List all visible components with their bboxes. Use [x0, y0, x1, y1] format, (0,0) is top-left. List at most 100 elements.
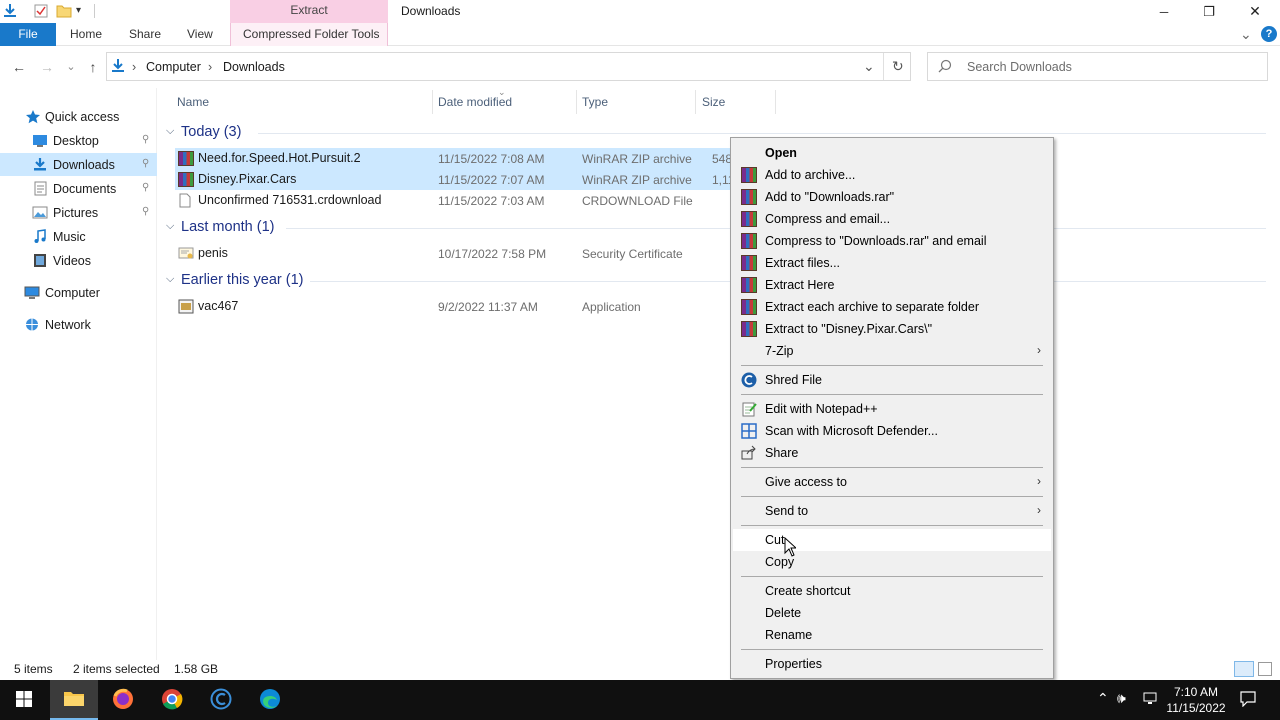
breadcrumb-downloads[interactable]: Downloads	[223, 60, 285, 74]
file-row[interactable]: Unconfirmed 716531.crdownload 11/15/2022…	[175, 190, 750, 211]
tab-view[interactable]: View	[187, 23, 213, 46]
ribbon-expand-icon[interactable]: ⌄	[1240, 23, 1252, 46]
menu-item-properties[interactable]: Properties	[733, 653, 1051, 675]
taskbar-firefox[interactable]	[99, 680, 147, 720]
menu-item-label: Add to archive...	[765, 168, 856, 182]
notifications-icon[interactable]	[1240, 691, 1256, 710]
help-icon[interactable]: ?	[1261, 26, 1277, 42]
taskbar-chrome[interactable]	[148, 680, 196, 720]
edge-icon	[259, 688, 281, 713]
file-row[interactable]: Need.for.Speed.Hot.Pursuit.2 11/15/2022 …	[175, 148, 750, 169]
group-header-today[interactable]: ⌵ Today (3)	[158, 122, 1268, 144]
column-header-name[interactable]: Name	[177, 95, 209, 109]
forward-button[interactable]: →	[37, 58, 57, 76]
nav-item-desktop[interactable]: Desktop ⚲	[0, 129, 157, 152]
menu-item-edit-with-notepadpp[interactable]: Edit with Notepad++	[733, 398, 1051, 420]
nav-item-videos[interactable]: Videos	[0, 249, 157, 272]
menu-item-scan-with-defender[interactable]: Scan with Microsoft Defender...	[733, 420, 1051, 442]
menu-item-give-access-to[interactable]: Give access to ›	[733, 471, 1051, 493]
group-title: Earlier this year (1)	[181, 272, 304, 288]
menu-item-add-to-downloads-rar[interactable]: Add to "Downloads.rar"	[733, 186, 1051, 208]
shred-icon	[741, 372, 757, 388]
nav-item-quick-access[interactable]: Quick access	[0, 105, 157, 128]
breadcrumb-separator[interactable]: ›	[208, 60, 212, 74]
file-row[interactable]: vac467 9/2/2022 11:37 AM Application	[175, 296, 750, 317]
breadcrumb-computer[interactable]: Computer	[146, 60, 201, 74]
properties-icon[interactable]	[33, 3, 49, 19]
menu-item-rename[interactable]: Rename	[733, 624, 1051, 646]
refresh-icon[interactable]: ↻	[892, 58, 904, 75]
up-button[interactable]: ↑	[83, 58, 103, 76]
nav-item-music[interactable]: Music	[0, 225, 157, 248]
minimize-button[interactable]: ─	[1141, 0, 1187, 23]
status-item-count: 5 items	[14, 662, 53, 676]
menu-item-label: Compress and email...	[765, 212, 891, 226]
start-button[interactable]	[0, 680, 48, 720]
menu-item-7zip[interactable]: 7-Zip ›	[733, 340, 1051, 362]
menu-item-add-to-archive[interactable]: Add to archive...	[733, 164, 1051, 186]
taskbar: ⌃ 🕪 7:10 AM 11/15/2022	[0, 680, 1280, 720]
address-dropdown-icon[interactable]: ⌄	[863, 58, 875, 75]
column-divider[interactable]	[695, 90, 696, 114]
new-folder-icon[interactable]	[56, 3, 72, 19]
file-row[interactable]: penis 10/17/2022 7:58 PM Security Certif…	[175, 243, 750, 264]
address-bar[interactable]: › Computer › Downloads ⌄ ↻	[106, 52, 911, 81]
menu-item-extract-to-folder[interactable]: Extract to "Disney.Pixar.Cars\"	[733, 318, 1051, 340]
menu-item-compress-to-rar-and-email[interactable]: Compress to "Downloads.rar" and email	[733, 230, 1051, 252]
customize-toolbar-icon[interactable]: ▾	[76, 5, 92, 21]
nav-item-label: Desktop	[53, 134, 99, 148]
menu-item-cut[interactable]: Cut	[733, 529, 1051, 551]
group-header-earlier-this-year[interactable]: ⌵ Earlier this year (1)	[158, 270, 1268, 292]
menu-item-copy[interactable]: Copy	[733, 551, 1051, 573]
ccleaner-icon	[210, 688, 232, 713]
restore-button[interactable]: ❐	[1186, 0, 1232, 23]
taskbar-edge[interactable]	[246, 680, 294, 720]
menu-item-extract-each-archive[interactable]: Extract each archive to separate folder	[733, 296, 1051, 318]
nav-item-computer[interactable]: Computer	[0, 281, 157, 304]
search-input[interactable]: Search Downloads	[927, 52, 1268, 81]
group-header-last-month[interactable]: ⌵ Last month (1)	[158, 217, 1268, 239]
nav-item-network[interactable]: Network	[0, 313, 157, 336]
tab-compressed-folder-tools[interactable]: Compressed Folder Tools	[243, 23, 380, 46]
taskbar-ccleaner[interactable]	[197, 680, 245, 720]
breadcrumb-separator[interactable]: ›	[132, 60, 136, 74]
menu-item-extract-files[interactable]: Extract files...	[733, 252, 1051, 274]
column-divider[interactable]	[576, 90, 577, 114]
menu-item-delete[interactable]: Delete	[733, 602, 1051, 624]
back-button[interactable]: ←	[9, 58, 29, 76]
search-placeholder: Search Downloads	[967, 60, 1072, 74]
tray-overflow-icon[interactable]: ⌃	[1097, 690, 1109, 707]
tab-share[interactable]: Share	[129, 23, 161, 46]
menu-item-share[interactable]: Share	[733, 442, 1051, 464]
volume-icon[interactable]: 🕪	[1117, 690, 1126, 707]
large-icons-view-icon[interactable]	[1258, 662, 1272, 676]
downloads-folder-icon[interactable]	[2, 3, 18, 19]
taskbar-file-explorer[interactable]	[50, 680, 98, 720]
menu-item-open[interactable]: Open	[733, 142, 1051, 164]
file-row[interactable]: Disney.Pixar.Cars 11/15/2022 7:07 AM Win…	[175, 169, 750, 190]
recent-locations-button[interactable]: ⌄	[61, 58, 81, 76]
tab-home[interactable]: Home	[70, 23, 102, 46]
nav-item-pictures[interactable]: Pictures ⚲	[0, 201, 157, 224]
network-status-icon[interactable]	[1143, 692, 1159, 709]
nav-item-label: Downloads	[53, 158, 115, 172]
taskbar-clock[interactable]: 7:10 AM 11/15/2022	[1160, 684, 1232, 716]
menu-item-create-shortcut[interactable]: Create shortcut	[733, 580, 1051, 602]
menu-item-extract-here[interactable]: Extract Here	[733, 274, 1051, 296]
column-divider[interactable]	[775, 90, 776, 114]
nav-item-documents[interactable]: Documents ⚲	[0, 177, 157, 200]
nav-item-downloads[interactable]: Downloads ⚲	[0, 153, 157, 176]
group-title: Last month (1)	[181, 219, 275, 235]
column-header-size[interactable]: Size	[702, 95, 725, 109]
close-button[interactable]: ✕	[1232, 0, 1278, 23]
nav-item-label: Quick access	[45, 110, 120, 124]
winrar-icon	[741, 189, 757, 205]
column-divider[interactable]	[432, 90, 433, 114]
search-icon	[938, 59, 952, 76]
menu-item-send-to[interactable]: Send to ›	[733, 500, 1051, 522]
column-header-type[interactable]: Type	[582, 95, 608, 109]
menu-item-shred-file[interactable]: Shred File	[733, 369, 1051, 391]
details-view-icon[interactable]	[1234, 661, 1254, 677]
menu-item-compress-and-email[interactable]: Compress and email...	[733, 208, 1051, 230]
tab-file[interactable]: File	[0, 23, 56, 46]
